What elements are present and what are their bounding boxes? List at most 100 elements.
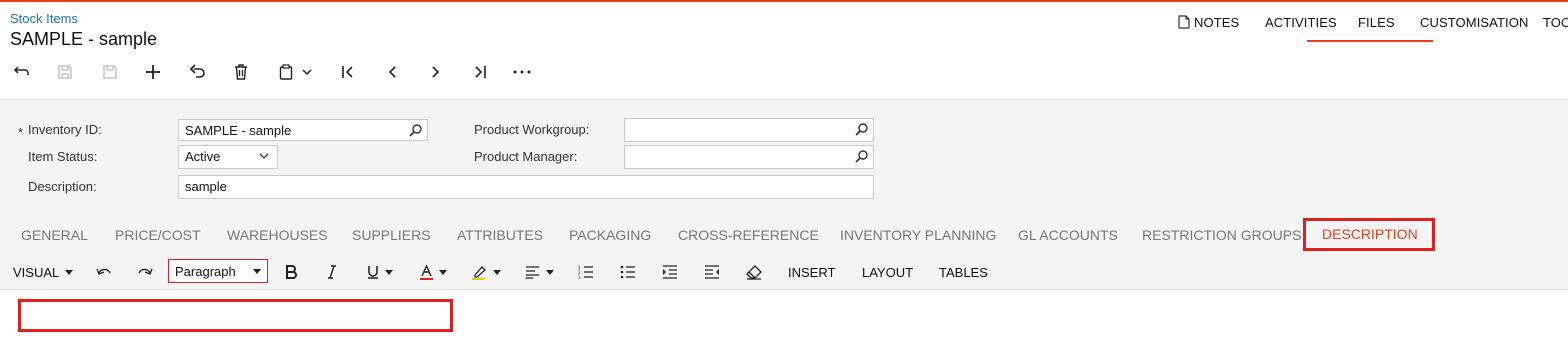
- numbered-list-icon: 123: [578, 265, 593, 279]
- layout-menu-button[interactable]: LAYOUT: [862, 262, 913, 282]
- back-button[interactable]: [11, 62, 31, 82]
- highlight-color-button[interactable]: [472, 262, 501, 282]
- inventory-id-value: SAMPLE - sample: [185, 123, 292, 138]
- note-icon: [1178, 15, 1190, 29]
- tab-warehouses[interactable]: WAREHOUSES: [227, 227, 328, 243]
- tab-price-cost[interactable]: PRICE/COST: [115, 227, 201, 243]
- caret-down-icon: [546, 269, 554, 275]
- highlight-box-description-tab: [1303, 218, 1435, 251]
- last-record-button[interactable]: [470, 62, 490, 82]
- highlighter-icon: [472, 265, 486, 280]
- chevron-down-icon: [259, 153, 269, 159]
- chevron-down-icon: [302, 69, 312, 76]
- tab-packaging[interactable]: PACKAGING: [569, 227, 651, 243]
- previous-record-button[interactable]: [382, 62, 402, 82]
- bold-button[interactable]: [285, 262, 297, 282]
- paragraph-style-value: Paragraph: [175, 264, 236, 279]
- visual-mode-label: VISUAL: [13, 264, 60, 280]
- last-icon: [475, 66, 486, 78]
- next-record-button[interactable]: [426, 62, 446, 82]
- visual-mode-dropdown[interactable]: VISUAL: [13, 262, 74, 282]
- search-icon[interactable]: [855, 122, 869, 136]
- insert-menu-button[interactable]: INSERT: [788, 262, 835, 282]
- breadcrumb[interactable]: Stock Items: [10, 11, 78, 26]
- top-links-bar: NOTES ACTIVITIES FILES CUSTOMISATION TOO…: [1175, 15, 1568, 31]
- undo-button[interactable]: [95, 262, 112, 282]
- bullet-list-icon: [620, 265, 635, 279]
- tab-restriction-groups[interactable]: RESTRICTION GROUPS: [1142, 227, 1301, 243]
- italic-button[interactable]: [327, 262, 337, 282]
- redo-icon: [138, 268, 153, 275]
- bold-icon: [286, 265, 297, 279]
- first-record-button[interactable]: [338, 62, 358, 82]
- outdent-icon: [705, 265, 719, 279]
- clipboard-icon: [279, 64, 293, 80]
- numbered-list-button[interactable]: 123: [578, 262, 594, 282]
- caret-down-icon: [65, 269, 74, 275]
- cancel-button[interactable]: [187, 62, 207, 82]
- clear-formatting-button[interactable]: [746, 262, 762, 282]
- item-status-select[interactable]: Active: [178, 145, 278, 169]
- tables-menu-button[interactable]: TABLES: [939, 262, 988, 282]
- chevron-right-icon: [432, 66, 440, 78]
- font-color-button[interactable]: [420, 262, 447, 282]
- save-close-button[interactable]: [55, 62, 75, 82]
- more-icon: [513, 70, 531, 74]
- notes-link[interactable]: NOTES: [1178, 15, 1239, 30]
- description-value: sample: [185, 179, 227, 194]
- save-close-icon: [58, 65, 72, 79]
- search-icon[interactable]: [855, 149, 869, 163]
- delete-button[interactable]: [231, 62, 251, 82]
- undo-icon: [189, 64, 205, 78]
- top-accent-line: [0, 0, 1568, 2]
- search-icon[interactable]: [409, 123, 423, 137]
- eraser-icon: [746, 264, 762, 280]
- files-link[interactable]: FILES: [1358, 15, 1395, 30]
- underline-button[interactable]: [367, 262, 393, 282]
- indent-icon: [663, 265, 677, 279]
- product-manager-field[interactable]: [624, 145, 874, 169]
- activities-link[interactable]: ACTIVITIES: [1265, 15, 1337, 30]
- caret-down-icon: [439, 269, 447, 275]
- underline-icon: [368, 266, 378, 279]
- tab-suppliers[interactable]: SUPPLIERS: [352, 227, 431, 243]
- back-arrow-icon: [13, 66, 29, 75]
- item-status-value: Active: [185, 149, 221, 164]
- svg-text:3: 3: [578, 275, 581, 279]
- active-tab-underline: [1307, 40, 1433, 42]
- inventory-id-label: Inventory ID:: [28, 122, 102, 137]
- undo-icon: [96, 268, 111, 275]
- tab-gl-accounts[interactable]: GL ACCOUNTS: [1018, 227, 1118, 243]
- tab-attributes[interactable]: ATTRIBUTES: [457, 227, 543, 243]
- outdent-button[interactable]: [704, 262, 720, 282]
- product-workgroup-label: Product Workgroup:: [474, 122, 590, 137]
- bullet-list-button[interactable]: [620, 262, 636, 282]
- tab-general[interactable]: GENERAL: [21, 227, 88, 243]
- save-icon: [103, 65, 117, 79]
- chevron-left-icon: [388, 66, 396, 78]
- caret-down-icon: [385, 269, 393, 275]
- description-label: Description:: [28, 179, 97, 194]
- product-workgroup-field[interactable]: [624, 118, 874, 142]
- caret-down-icon: [253, 269, 261, 274]
- item-status-label: Item Status:: [28, 149, 98, 164]
- product-manager-label: Product Manager:: [474, 149, 578, 164]
- align-left-icon: [526, 265, 539, 279]
- save-button[interactable]: [100, 62, 120, 82]
- more-button[interactable]: [512, 62, 532, 82]
- description-field[interactable]: sample: [178, 175, 874, 199]
- tab-inventory-planning[interactable]: INVENTORY PLANNING: [840, 227, 996, 243]
- paragraph-style-select[interactable]: Paragraph: [168, 259, 268, 283]
- page-title: SAMPLE - sample: [10, 29, 158, 49]
- add-button[interactable]: [143, 62, 163, 82]
- indent-button[interactable]: [662, 262, 678, 282]
- highlight-box-editor-content: [18, 299, 453, 332]
- tab-cross-reference[interactable]: CROSS-REFERENCE: [678, 227, 819, 243]
- align-button[interactable]: [525, 262, 554, 282]
- font-color-icon: [420, 264, 433, 280]
- copy-paste-button[interactable]: [275, 62, 317, 82]
- tools-link[interactable]: TOOLS: [1543, 15, 1568, 30]
- redo-button[interactable]: [137, 262, 154, 282]
- inventory-id-field[interactable]: SAMPLE - sample: [178, 119, 428, 141]
- customisation-link[interactable]: CUSTOMISATION: [1420, 15, 1528, 30]
